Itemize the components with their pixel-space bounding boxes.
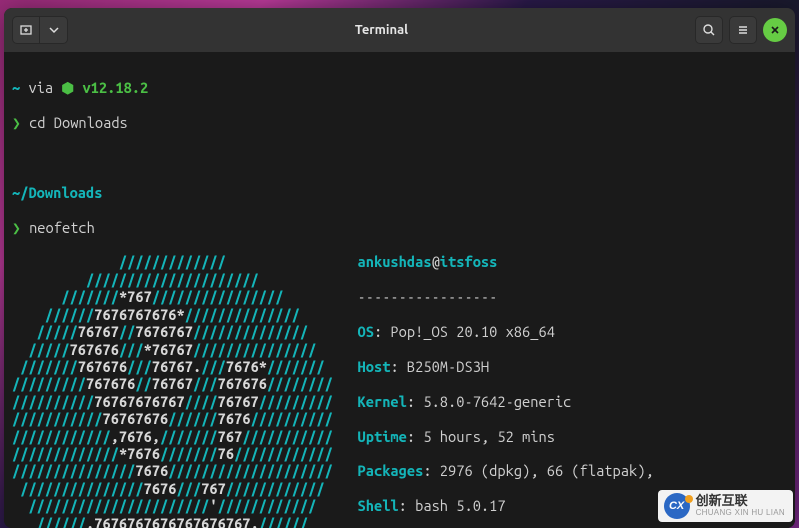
- titlebar: Terminal: [4, 8, 795, 52]
- close-icon: [770, 25, 780, 35]
- terminal-body[interactable]: ~ via ⬢ v12.18.2 ❯ cd Downloads ~/Downlo…: [4, 52, 795, 528]
- cmd-line-1: ❯ cd Downloads: [12, 114, 787, 131]
- prompt-line-2: ~/Downloads: [12, 184, 787, 201]
- cwd: ~: [12, 79, 20, 96]
- neofetch-ascii-logo: ///////////// ///////////////////// ////…: [12, 253, 358, 528]
- prompt-arrow: ❯: [12, 219, 29, 236]
- search-button[interactable]: [695, 16, 723, 44]
- cwd: ~/Downloads: [12, 184, 102, 201]
- prompt-arrow: ❯: [12, 114, 29, 131]
- titlebar-right-group: [695, 16, 787, 44]
- separator: -----------------: [358, 288, 654, 305]
- new-tab-icon: [19, 23, 33, 37]
- info-line: Packages: 2976 (dpkg), 66 (flatpak),: [358, 462, 654, 479]
- node-version: v12.18.2: [82, 79, 148, 96]
- titlebar-left-group: [12, 16, 68, 44]
- tab-dropdown-button[interactable]: [40, 16, 68, 44]
- watermark: CX 创新互联 CHUANG XIN HU LIAN: [658, 490, 793, 522]
- prompt-line-1: ~ via ⬢ v12.18.2: [12, 79, 787, 96]
- neofetch-info: ankushdas@itsfoss ----------------- OS: …: [358, 253, 654, 528]
- new-tab-button[interactable]: [12, 16, 40, 44]
- user-host-line: ankushdas@itsfoss: [358, 253, 654, 270]
- watermark-cn: 创新互联: [696, 494, 785, 508]
- close-button[interactable]: [763, 18, 787, 42]
- chevron-down-icon: [49, 25, 59, 35]
- neofetch-output: ///////////// ///////////////////// ////…: [12, 253, 787, 528]
- hamburger-icon: [736, 23, 750, 37]
- window-title: Terminal: [74, 23, 689, 37]
- command-text: neofetch: [29, 219, 95, 236]
- info-line: OS: Pop!_OS 20.10 x86_64: [358, 323, 654, 340]
- search-icon: [702, 23, 716, 37]
- command-text: cd Downloads: [29, 114, 128, 131]
- watermark-text: 创新互联 CHUANG XIN HU LIAN: [696, 494, 785, 517]
- info-line: Uptime: 5 hours, 52 mins: [358, 428, 654, 445]
- watermark-en: CHUANG XIN HU LIAN: [696, 509, 785, 518]
- watermark-logo: CX: [664, 493, 690, 519]
- via-text: via: [20, 79, 61, 96]
- info-line: Shell: bash 5.0.17: [358, 497, 654, 514]
- info-line: Host: B250M-DS3H: [358, 358, 654, 375]
- menu-button[interactable]: [729, 16, 757, 44]
- node-icon: ⬢: [61, 79, 82, 96]
- cmd-line-2: ❯ neofetch: [12, 219, 787, 236]
- info-line: Kernel: 5.8.0-7642-generic: [358, 393, 654, 410]
- terminal-window: Terminal ~ via ⬢ v12.18.2 ❯ cd Downloads…: [4, 8, 795, 528]
